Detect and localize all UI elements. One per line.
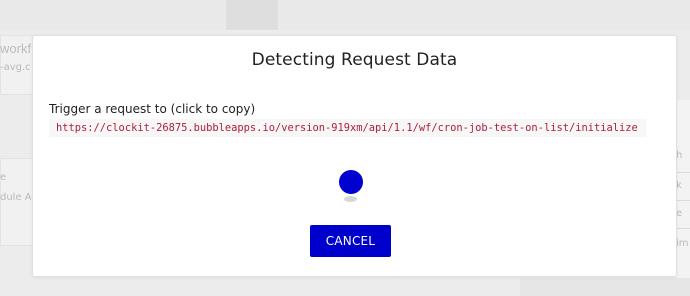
loading-ball-icon xyxy=(339,170,363,194)
background-right-item: im xyxy=(676,238,689,249)
background-right-panel xyxy=(676,100,690,296)
background-bottom-strip xyxy=(520,278,690,296)
loading-ball-shadow xyxy=(344,196,357,202)
endpoint-url-copy[interactable]: https://clockit-26875.bubbleapps.io/vers… xyxy=(49,119,646,137)
modal-title: Detecting Request Data xyxy=(251,50,458,70)
background-right-item: h xyxy=(676,150,683,161)
background-right-item: k xyxy=(676,180,682,191)
background-card-title: workfl xyxy=(0,41,31,56)
background-card2-subtitle: dule AP xyxy=(0,192,31,203)
background-card2-title: e xyxy=(0,172,7,183)
background-right-item: e xyxy=(676,208,683,219)
background-card-subtitle: -avg.cl xyxy=(0,62,31,73)
background-top-bar xyxy=(0,0,690,30)
cancel-button[interactable]: CANCEL xyxy=(310,225,391,257)
detecting-request-modal: Detecting Request Data Trigger a request… xyxy=(32,35,677,277)
trigger-label: Trigger a request to (click to copy) xyxy=(49,102,256,116)
background-top-tab xyxy=(226,0,278,30)
